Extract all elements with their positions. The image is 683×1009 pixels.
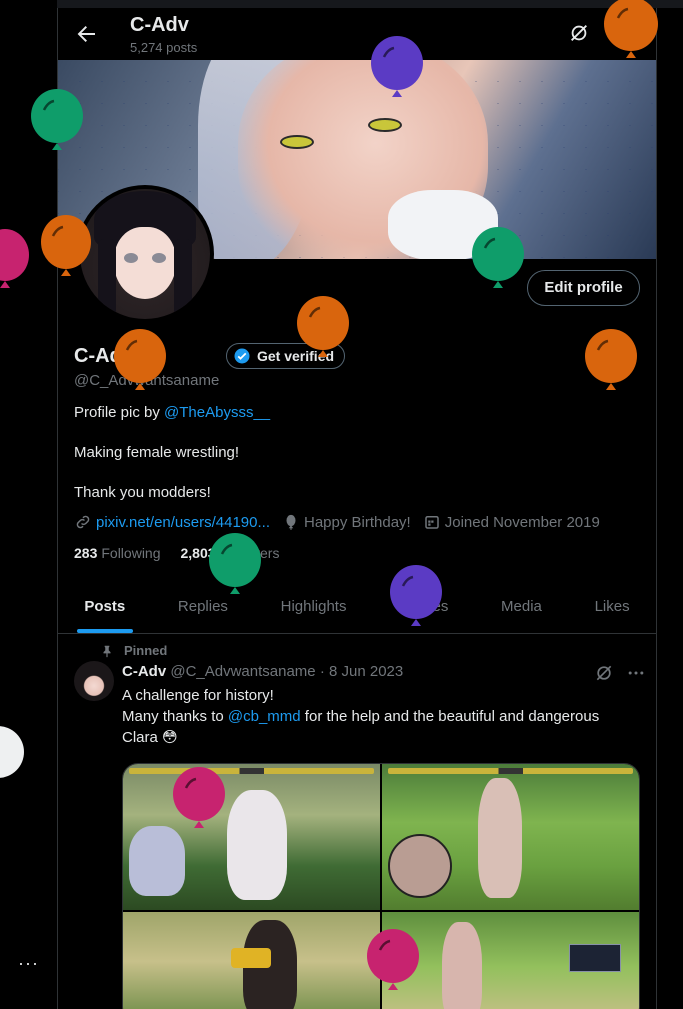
tab-highlights[interactable]: Highlights	[254, 584, 373, 633]
balloon-icon	[371, 36, 423, 97]
grok-icon[interactable]	[594, 663, 614, 683]
post-media-image[interactable]	[382, 764, 639, 910]
balloon-icon	[367, 929, 419, 990]
bio-line: Making female wrestling!	[74, 444, 240, 461]
website-link[interactable]: pixiv.net/en/users/44190...	[96, 514, 270, 531]
profile-avatar[interactable]	[76, 185, 214, 323]
link-icon	[76, 515, 90, 529]
bio-line: Thank you modders!	[74, 484, 211, 501]
post-author-avatar[interactable]	[74, 661, 114, 701]
more-dots-icon[interactable]: ···	[18, 954, 39, 972]
balloon-icon	[604, 0, 658, 58]
post-media-image[interactable]	[123, 912, 380, 1009]
account-avatar-button[interactable]	[0, 726, 24, 778]
post-text: A challenge for history! Many thanks to …	[122, 687, 600, 746]
post-author-handle[interactable]: @C_Advwantsaname	[170, 663, 315, 680]
profile-meta: pixiv.net/en/users/44190... Happy Birthd…	[74, 513, 612, 531]
header-title: C-Adv	[130, 14, 189, 36]
edit-profile-button[interactable]: Edit profile	[527, 270, 640, 306]
top-strip	[0, 0, 683, 8]
profile-column: C-Adv 5,274 posts Edit profile C-Adv Get…	[57, 8, 657, 1009]
balloon-icon	[297, 296, 349, 357]
tab-likes[interactable]: Likes	[568, 584, 656, 633]
balloon-icon	[209, 533, 261, 594]
verified-badge-icon	[234, 348, 250, 364]
pinned-indicator: Pinned	[100, 643, 167, 658]
balloon-icon	[472, 227, 524, 288]
post-media-image[interactable]	[123, 764, 380, 910]
calendar-icon	[424, 516, 439, 529]
balloon-icon	[41, 215, 91, 276]
balloon-icon	[390, 565, 442, 626]
balloon-icon	[173, 767, 225, 828]
balloon-icon	[114, 329, 166, 390]
profile-bio: Profile pic by @TheAbysss__ Making femal…	[74, 404, 271, 501]
post-date[interactable]: 8 Jun 2023	[329, 663, 403, 680]
post-header: C-Adv @C_Advwantsaname · 8 Jun 2023	[122, 663, 404, 680]
grok-icon[interactable]	[568, 22, 590, 44]
profile-header-bar: C-Adv 5,274 posts	[58, 8, 656, 60]
pin-icon	[103, 645, 111, 657]
arrow-left-icon[interactable]	[74, 22, 98, 46]
following-link[interactable]: 283 Following	[74, 545, 161, 561]
post-media-image[interactable]	[382, 912, 639, 1009]
post-mention-link[interactable]: @cb_mmd	[228, 708, 301, 725]
post-author-name[interactable]: C-Adv	[122, 663, 166, 680]
more-dots-icon[interactable]	[626, 663, 646, 683]
balloon-icon	[31, 89, 83, 150]
tab-posts[interactable]: Posts	[58, 584, 152, 633]
profile-tabs: Posts Replies Highlights Articles Media …	[58, 584, 656, 634]
birthday-text: Happy Birthday!	[304, 513, 411, 531]
balloon-icon	[585, 329, 637, 390]
tab-media[interactable]: Media	[475, 584, 569, 633]
bio-mention-link[interactable]: @TheAbysss__	[164, 404, 270, 421]
post-actions-top	[594, 663, 646, 683]
joined-text: Joined November 2019	[444, 513, 600, 531]
balloon-icon	[286, 514, 296, 530]
post-count: 5,274 posts	[130, 40, 198, 55]
follow-stats: 283Following 2,803Followers	[74, 545, 299, 561]
balloon-icon	[0, 229, 29, 288]
pinned-post[interactable]: Pinned C-Adv @C_Advwantsaname · 8 Jun 20…	[58, 635, 656, 1009]
